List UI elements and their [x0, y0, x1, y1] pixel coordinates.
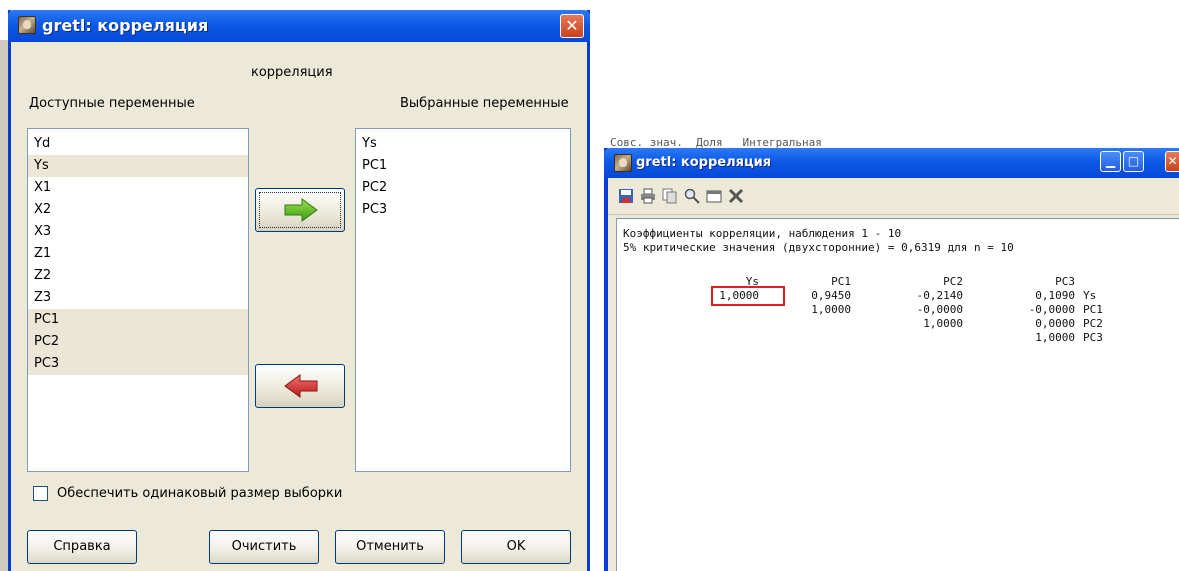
matrix-cell: 0,9450 [811, 289, 851, 302]
red-left-arrow-icon [284, 374, 318, 398]
background-window-edge [0, 40, 8, 571]
row-label: PC3 [1083, 331, 1103, 344]
close-icon[interactable] [728, 188, 744, 204]
selected-variables-label: Выбранные переменные [400, 96, 569, 111]
selected-variables-list[interactable]: Ys PC1 PC2 PC3 [355, 128, 571, 472]
find-icon[interactable] [684, 188, 700, 204]
list-item[interactable]: Z3 [28, 287, 248, 309]
column-header: PC1 [831, 275, 851, 288]
available-variables-label: Доступные переменные [29, 96, 195, 111]
cancel-button-label: Отменить [356, 539, 424, 554]
row-label: PC2 [1083, 317, 1103, 330]
matrix-cell: 1,0000 [811, 303, 851, 316]
gretl-app-icon [18, 16, 36, 34]
gretl-app-icon [614, 154, 632, 172]
available-variables-list[interactable]: Yd Ys X1 X2 X3 Z1 Z2 Z3 PC1 PC2 PC3 [27, 128, 249, 472]
column-header: PC3 [1055, 275, 1075, 288]
correlation-dialog: gretl: корреляция ✕ корреляция Доступные… [8, 10, 590, 571]
add-variable-button[interactable] [255, 188, 345, 232]
matrix-cell: -0,2140 [916, 289, 963, 302]
output-line-2: 5% критические значения (двухсторонние) … [623, 241, 1014, 254]
matrix-cell: 1,0000 [1035, 331, 1075, 344]
list-item[interactable]: Ys [356, 133, 570, 155]
row-label: Ys [1083, 289, 1097, 302]
print-icon[interactable] [640, 188, 656, 204]
toolbar-separator [608, 214, 1179, 215]
cancel-button[interactable]: Отменить [335, 530, 445, 564]
remove-variable-button[interactable] [255, 364, 345, 408]
correlation-output-window: gretl: корреляция ▁ □ ✕ Коэффициенты кор… [604, 148, 1179, 571]
window-icon[interactable] [706, 188, 722, 204]
matrix-cell: -0,0000 [916, 303, 963, 316]
list-item[interactable]: PC3 [356, 199, 570, 221]
ok-button-label: OK [506, 539, 526, 554]
output-titlebar[interactable]: gretl: корреляция ▁ □ ✕ [604, 148, 1179, 178]
list-item[interactable]: PC2 [28, 331, 248, 353]
close-icon[interactable]: ✕ [560, 14, 584, 38]
list-item[interactable]: X2 [28, 199, 248, 221]
list-item[interactable]: PC2 [356, 177, 570, 199]
list-item[interactable]: PC1 [356, 155, 570, 177]
list-item[interactable]: X1 [28, 177, 248, 199]
correlation-output-text[interactable]: Коэффициенты корреляции, наблюдения 1 - … [616, 218, 1179, 571]
list-item[interactable]: Yd [28, 133, 248, 155]
maximize-icon[interactable]: □ [1123, 151, 1144, 172]
list-item[interactable]: Z2 [28, 265, 248, 287]
output-title: gretl: корреляция [636, 155, 772, 170]
clear-button[interactable]: Очистить [209, 530, 319, 564]
equal-sample-size-label: Обеспечить одинаковый размер выборки [57, 486, 343, 501]
column-header: PC2 [943, 275, 963, 288]
save-icon[interactable] [618, 188, 634, 204]
list-item[interactable]: X3 [28, 221, 248, 243]
list-item[interactable]: PC1 [28, 309, 248, 331]
list-item[interactable]: PC3 [28, 353, 248, 375]
equal-sample-size-checkbox[interactable] [33, 486, 48, 501]
dialog-heading: корреляция [251, 65, 333, 80]
minimize-icon[interactable]: ▁ [1100, 151, 1121, 172]
list-item[interactable]: Ys [28, 155, 248, 177]
dialog-titlebar[interactable]: gretl: корреляция ✕ [8, 10, 590, 42]
matrix-cell: 0,1090 [1035, 289, 1075, 302]
output-line-1: Коэффициенты корреляции, наблюдения 1 - … [623, 227, 902, 240]
list-item[interactable]: Z1 [28, 243, 248, 265]
highlight-box [711, 286, 785, 306]
background-window-text: Совс. знач. Доля Интегральная [610, 137, 822, 148]
clear-button-label: Очистить [231, 539, 297, 554]
output-toolbar [608, 184, 1179, 208]
green-right-arrow-icon [284, 198, 318, 222]
matrix-cell: 0,0000 [1035, 317, 1075, 330]
close-icon[interactable]: ✕ [1165, 151, 1179, 172]
copy-icon[interactable] [662, 188, 678, 204]
row-label: PC1 [1083, 303, 1103, 316]
ok-button[interactable]: OK [461, 530, 571, 564]
matrix-cell: 1,0000 [923, 317, 963, 330]
dialog-title: gretl: корреляция [42, 16, 209, 35]
matrix-cell: -0,0000 [1028, 303, 1075, 316]
help-button[interactable]: Справка [27, 530, 137, 564]
help-button-label: Справка [53, 539, 111, 554]
